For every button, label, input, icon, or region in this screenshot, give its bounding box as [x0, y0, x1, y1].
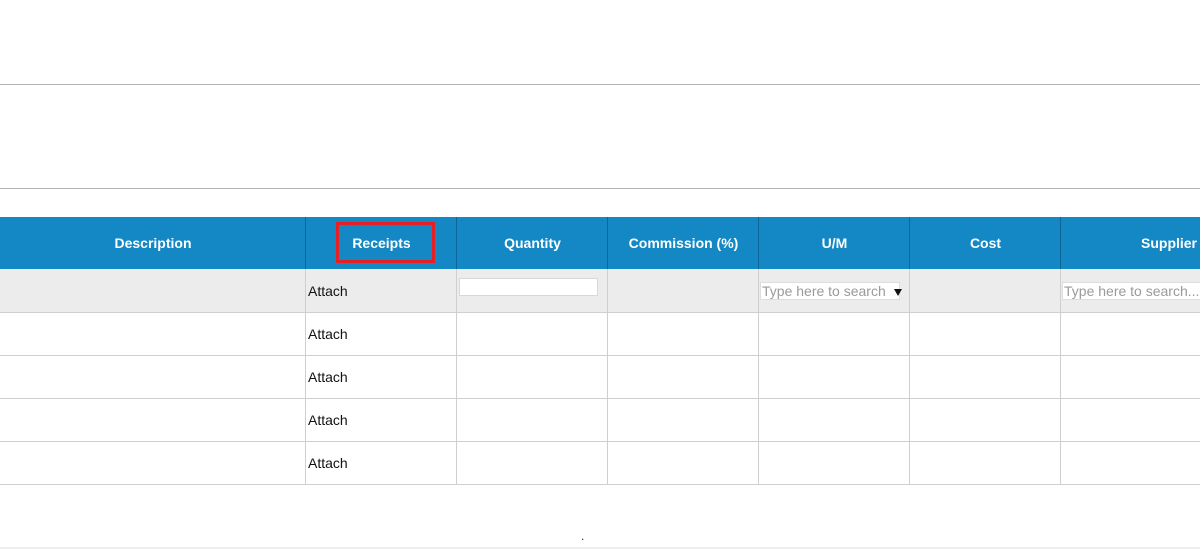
grid-header-row: Description Receipts Quantity Commission…	[0, 217, 1200, 269]
attach-link[interactable]: Attach	[305, 399, 457, 441]
table-row: Attach	[0, 356, 1200, 399]
description-cell[interactable]	[0, 356, 306, 398]
bottom-divider	[0, 547, 1200, 549]
description-cell[interactable]	[0, 399, 306, 441]
quantity-input[interactable]	[459, 278, 598, 296]
column-header-label: U/M	[821, 235, 848, 251]
commission-cell[interactable]	[607, 356, 759, 398]
commission-cell[interactable]	[607, 442, 759, 484]
column-header-quantity[interactable]: Quantity	[456, 217, 608, 269]
cost-cell[interactable]	[909, 269, 1061, 312]
quantity-cell[interactable]	[456, 442, 608, 484]
column-header-label: Cost	[969, 235, 1002, 251]
column-header-label: Description	[114, 235, 192, 251]
column-header-label: Quantity	[504, 235, 561, 251]
um-search-input[interactable]	[760, 282, 900, 300]
attach-link[interactable]: Attach	[305, 269, 457, 312]
um-cell[interactable]	[758, 356, 910, 398]
attach-link-label: Attach	[308, 412, 348, 428]
column-header-description[interactable]: Description	[0, 217, 306, 269]
description-cell[interactable]	[0, 269, 306, 312]
quantity-cell[interactable]	[456, 356, 608, 398]
cost-cell[interactable]	[909, 313, 1061, 355]
line-items-grid: Description Receipts Quantity Commission…	[0, 217, 1200, 485]
column-header-label: Supplier	[1141, 235, 1198, 251]
cost-cell[interactable]	[909, 442, 1061, 484]
receipts-highlight-box	[336, 222, 435, 263]
quantity-cell	[456, 269, 608, 312]
column-header-supplier[interactable]: Supplier	[1060, 217, 1200, 269]
table-row: Attach	[0, 399, 1200, 442]
supplier-cell[interactable]	[1060, 356, 1200, 398]
attach-link[interactable]: Attach	[305, 356, 457, 398]
supplier-cell[interactable]	[1060, 399, 1200, 441]
column-header-commission[interactable]: Commission (%)	[607, 217, 759, 269]
attach-link-label: Attach	[308, 369, 348, 385]
column-header-cost[interactable]: Cost	[909, 217, 1061, 269]
um-cell[interactable]	[758, 442, 910, 484]
table-row: Attach	[0, 313, 1200, 356]
attach-link[interactable]: Attach	[305, 442, 457, 484]
commission-cell[interactable]	[607, 313, 759, 355]
attach-link-label: Attach	[308, 326, 348, 342]
commission-cell[interactable]	[607, 399, 759, 441]
column-header-um[interactable]: U/M	[758, 217, 910, 269]
table-row: Attach	[0, 442, 1200, 485]
um-cell[interactable]	[758, 399, 910, 441]
cost-cell[interactable]	[909, 399, 1061, 441]
attach-link-label: Attach	[308, 282, 348, 299]
section-divider	[0, 188, 1200, 189]
supplier-cell	[1060, 269, 1200, 312]
caret-down-icon[interactable]	[894, 289, 902, 296]
commission-cell[interactable]	[607, 269, 759, 312]
supplier-cell[interactable]	[1060, 313, 1200, 355]
column-header-label: Commission (%)	[628, 235, 739, 251]
cost-cell[interactable]	[909, 356, 1061, 398]
quantity-cell[interactable]	[456, 399, 608, 441]
attach-link[interactable]: Attach	[305, 313, 457, 355]
quantity-cell[interactable]	[456, 313, 608, 355]
table-row: Attach	[0, 269, 1200, 313]
um-cell	[758, 269, 910, 312]
top-divider	[0, 84, 1200, 85]
description-cell[interactable]	[0, 313, 306, 355]
supplier-search-input[interactable]	[1062, 282, 1200, 300]
footer-dot: .	[581, 529, 585, 543]
attach-link-label: Attach	[308, 455, 348, 471]
description-cell[interactable]	[0, 442, 306, 484]
supplier-cell[interactable]	[1060, 442, 1200, 484]
um-cell[interactable]	[758, 313, 910, 355]
